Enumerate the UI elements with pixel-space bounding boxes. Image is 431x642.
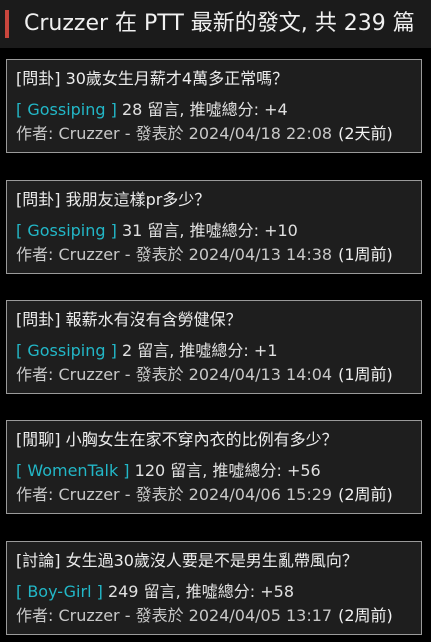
post-title[interactable]: [問卦] 我朋友這樣pr多少？ <box>16 190 210 210</box>
posted-label: - 發表於 <box>124 485 184 504</box>
board-link[interactable]: [ WomenTalk ] <box>16 461 130 480</box>
score-value: +56 <box>286 461 321 480</box>
post-meta: 作者: Cruzzer - 發表於 2024/04/13 14:04 (1周前) <box>16 365 393 385</box>
author-name: Cruzzer <box>58 245 120 264</box>
post-stats: [ Gossiping ] 31 留言, 推噓總分: +10 <box>16 221 298 241</box>
posted-label: - 發表於 <box>124 124 184 143</box>
post-card[interactable]: [問卦] 報薪水有沒有含勞健保？ [ Gossiping ] 2 留言, 推噓總… <box>6 300 422 394</box>
post-datetime: 2024/04/06 15:29 <box>188 485 333 504</box>
post-title[interactable]: [閒聊] 小胸女生在家不穿內衣的比例有多少？ <box>16 430 338 450</box>
board-link[interactable]: [ Gossiping ] <box>16 100 117 119</box>
post-meta: 作者: Cruzzer - 發表於 2024/04/05 13:17 (2周前) <box>16 606 393 626</box>
comments-label: 留言, 推噓總分: <box>137 341 249 360</box>
author-label: 作者: <box>16 606 54 625</box>
post-card[interactable]: [問卦] 我朋友這樣pr多少？ [ Gossiping ] 31 留言, 推噓總… <box>6 180 422 274</box>
time-ago: (2天前) <box>338 124 393 143</box>
author-name: Cruzzer <box>58 365 120 384</box>
post-datetime: 2024/04/13 14:04 <box>188 365 333 384</box>
comment-count: 2 <box>121 341 133 360</box>
comment-count: 28 <box>121 100 143 119</box>
post-stats: [ Gossiping ] 2 留言, 推噓總分: +1 <box>16 341 278 361</box>
post-stats: [ Boy-Girl ] 249 留言, 推噓總分: +58 <box>16 582 294 602</box>
posted-label: - 發表於 <box>124 245 184 264</box>
post-card[interactable]: [討論] 女生過30歲沒人要是不是男生亂帶風向？ [ Boy-Girl ] 24… <box>6 541 422 635</box>
post-title[interactable]: [討論] 女生過30歲沒人要是不是男生亂帶風向？ <box>16 551 358 571</box>
author-label: 作者: <box>16 365 54 384</box>
post-title[interactable]: [問卦] 30歲女生月薪才4萬多正常嗎？ <box>16 69 288 89</box>
score-value: +4 <box>264 100 288 119</box>
author-name: Cruzzer <box>58 606 120 625</box>
post-meta: 作者: Cruzzer - 發表於 2024/04/13 14:38 (1周前) <box>16 245 393 265</box>
page-header: Cruzzer 在 PTT 最新的發文, 共 239 篇 <box>0 0 431 48</box>
posted-label: - 發表於 <box>124 606 184 625</box>
time-ago: (2周前) <box>338 606 393 625</box>
comments-label: 留言, 推噓總分: <box>147 221 259 240</box>
board-link[interactable]: [ Gossiping ] <box>16 221 117 240</box>
post-card[interactable]: [閒聊] 小胸女生在家不穿內衣的比例有多少？ [ WomenTalk ] 120… <box>6 420 422 514</box>
score-value: +58 <box>260 582 295 601</box>
post-datetime: 2024/04/18 22:08 <box>188 124 333 143</box>
author-label: 作者: <box>16 485 54 504</box>
header-accent-bar <box>5 10 9 38</box>
comments-label: 留言, 推噓總分: <box>170 461 282 480</box>
author-label: 作者: <box>16 245 54 264</box>
post-datetime: 2024/04/05 13:17 <box>188 606 333 625</box>
author-label: 作者: <box>16 124 54 143</box>
post-meta: 作者: Cruzzer - 發表於 2024/04/18 22:08 (2天前) <box>16 124 393 144</box>
post-title[interactable]: [問卦] 報薪水有沒有含勞健保？ <box>16 310 242 330</box>
posted-label: - 發表於 <box>124 365 184 384</box>
post-meta: 作者: Cruzzer - 發表於 2024/04/06 15:29 (2周前) <box>16 485 393 505</box>
comments-label: 留言, 推噓總分: <box>143 582 256 601</box>
author-name: Cruzzer <box>58 124 120 143</box>
comment-count: 249 <box>107 582 139 601</box>
post-stats: [ Gossiping ] 28 留言, 推噓總分: +4 <box>16 100 288 120</box>
board-link[interactable]: [ Gossiping ] <box>16 341 117 360</box>
score-value: +10 <box>264 221 298 240</box>
time-ago: (1周前) <box>338 245 393 264</box>
post-stats: [ WomenTalk ] 120 留言, 推噓總分: +56 <box>16 461 321 481</box>
time-ago: (1周前) <box>338 365 393 384</box>
page-title: Cruzzer 在 PTT 最新的發文, 共 239 篇 <box>24 11 415 36</box>
board-link[interactable]: [ Boy-Girl ] <box>16 582 103 601</box>
post-datetime: 2024/04/13 14:38 <box>188 245 333 264</box>
comments-label: 留言, 推噓總分: <box>147 100 259 119</box>
comment-count: 31 <box>121 221 143 240</box>
author-name: Cruzzer <box>58 485 120 504</box>
comment-count: 120 <box>134 461 166 480</box>
post-card[interactable]: [問卦] 30歲女生月薪才4萬多正常嗎？ [ Gossiping ] 28 留言… <box>6 59 422 153</box>
time-ago: (2周前) <box>338 485 393 504</box>
score-value: +1 <box>253 341 278 360</box>
